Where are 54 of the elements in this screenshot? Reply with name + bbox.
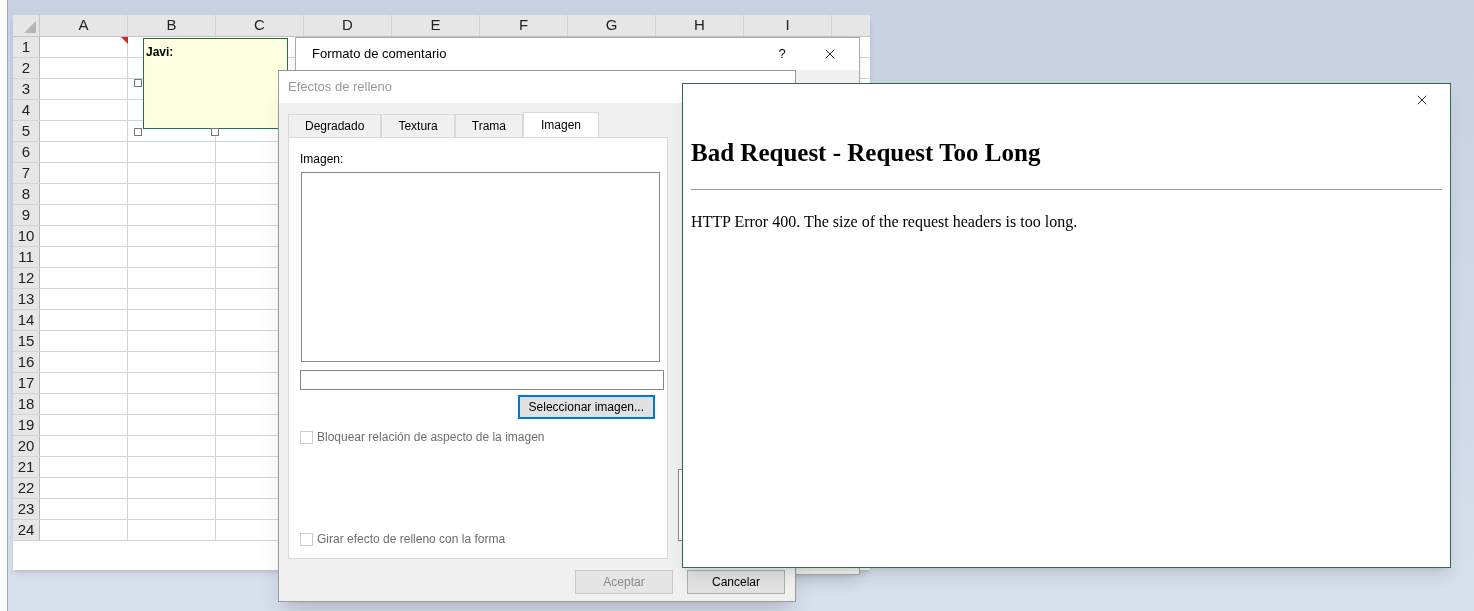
row-header[interactable]: 9 [13,205,40,225]
row-header[interactable]: 2 [13,58,40,78]
column-header[interactable]: G [568,15,656,36]
row-header[interactable]: 12 [13,268,40,288]
row-header[interactable]: 5 [13,121,40,141]
row-header[interactable]: 15 [13,331,40,351]
column-header[interactable]: I [744,15,832,36]
resize-handle-icon[interactable] [134,128,142,136]
input-field[interactable] [300,370,664,390]
tab[interactable]: Textura [381,114,455,137]
resize-handle-icon[interactable] [211,128,219,136]
row-header[interactable]: 10 [13,226,40,246]
column-header[interactable]: B [128,15,216,36]
dialog-button[interactable]: Cancelar [687,570,785,594]
error-heading: Bad Request - Request Too Long [691,140,1042,165]
row-header[interactable]: 4 [13,100,40,120]
row-header[interactable]: 18 [13,394,40,414]
row-header[interactable]: 6 [13,142,40,162]
row-header[interactable]: 23 [13,499,40,519]
select-image-button[interactable]: Seleccionar imagen... [517,395,655,419]
row-header[interactable]: 20 [13,436,40,456]
tab[interactable]: Imagen [523,112,599,137]
window-title: Efectos de relleno [288,78,393,97]
checkbox-label: Bloquear relación de aspecto de la imagen [317,429,545,446]
row-header[interactable]: 7 [13,163,40,183]
row-header[interactable]: 21 [13,457,40,477]
row-header[interactable]: 17 [13,373,40,393]
row-header[interactable]: 19 [13,415,40,435]
help-button[interactable]: ? [767,44,797,64]
tab[interactable]: Trama [454,114,523,137]
row-header[interactable]: 22 [13,478,40,498]
comment-indicator-icon [121,37,128,44]
column-header[interactable]: C [216,15,304,36]
column-header[interactable]: D [304,15,392,36]
comment-box[interactable]: Javi: [143,38,288,129]
column-header[interactable]: H [656,15,744,36]
image-label: Imagen: [300,151,345,168]
row-header[interactable]: 16 [13,352,40,372]
comment-author: Javi: [146,45,174,59]
row-header[interactable]: 3 [13,79,40,99]
row-header[interactable]: 14 [13,310,40,330]
row-header[interactable]: 24 [13,520,40,540]
error-message: HTTP Error 400. The size of the request headers is too long. [691,212,1079,233]
column-header[interactable]: A [40,15,128,36]
checkbox-label: Girar efecto de relleno con la forma [317,531,506,548]
row-header[interactable]: 13 [13,289,40,309]
row-header[interactable]: 11 [13,247,40,267]
column-header[interactable]: F [480,15,568,36]
column-header[interactable]: E [392,15,480,36]
window-title: Formato de comentario [312,45,448,64]
row-header[interactable]: 8 [13,184,40,204]
row-header[interactable]: 1 [13,37,40,57]
tab[interactable]: Degradado [288,114,382,137]
resize-handle-icon[interactable] [134,79,142,87]
